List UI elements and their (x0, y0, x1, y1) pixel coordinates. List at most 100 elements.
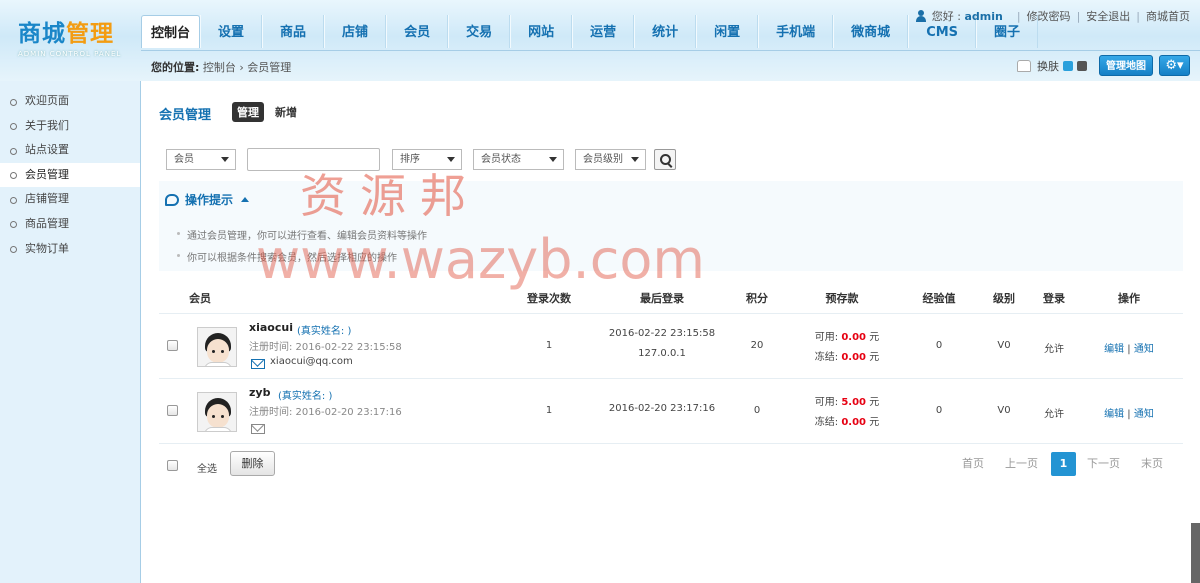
sidebar-item-site-settings[interactable]: 站点设置 (0, 138, 140, 163)
available-amount: 5.00 (841, 397, 867, 408)
notify-link[interactable]: 通知 (1134, 344, 1154, 355)
search-button[interactable] (654, 149, 676, 170)
nav-website[interactable]: 网站 (510, 15, 573, 48)
login-status: 允许 (1044, 409, 1064, 420)
row-checkbox[interactable] (167, 405, 178, 416)
tab-manage[interactable]: 管理 (232, 102, 264, 122)
table-row: xiaocui (真实姓名: ) 注册时间: 2016-02-22 23:15:… (159, 314, 1183, 379)
tip-2: 你可以根据条件搜索会员，然后选择相应的操作 (177, 249, 397, 264)
breadcrumb-label: 您的位置: (151, 61, 200, 74)
admin-map-button[interactable]: 管理地图 (1099, 55, 1153, 76)
breadcrumb-path: 控制台 › 会员管理 (202, 61, 292, 74)
member-field-select[interactable]: 会员 (166, 149, 236, 170)
tab-add[interactable]: 新增 (270, 102, 302, 122)
crumb-bar: 您的位置: 控制台 › 会员管理 换肤 管理地图 ⚙▾ (141, 50, 1200, 81)
frozen-amount: 0.00 (841, 417, 867, 428)
skin-gray-swatch[interactable] (1077, 60, 1087, 71)
avatar (197, 392, 237, 432)
skin-blue-swatch[interactable] (1063, 60, 1073, 71)
logout-link[interactable]: 安全退出 (1086, 8, 1130, 24)
last-login-time: 2016-02-22 23:15:58 (608, 328, 716, 339)
main-content: 会员管理 管理 新增 会员 排序 会员状态 会员级别 操作提示 通过会员管理，你… (142, 81, 1200, 583)
nav-members[interactable]: 会员 (386, 15, 449, 48)
nav-stats[interactable]: 统计 (634, 15, 697, 48)
sidebar-item-about[interactable]: 关于我们 (0, 114, 140, 139)
edit-link[interactable]: 编辑 (1104, 409, 1124, 420)
level-select[interactable]: 会员级别 (575, 149, 646, 170)
logo: 商城管理 ADMIN CONTROL PANEL (18, 14, 128, 58)
nav-idle[interactable]: 闲置 (696, 15, 759, 48)
available-amount: 0.00 (841, 332, 867, 343)
username: admin (964, 9, 1003, 23)
caret-up-icon (241, 197, 250, 202)
frozen-label: 冻结: (814, 417, 839, 428)
notify-link[interactable]: 通知 (1134, 409, 1154, 420)
email-icon (251, 424, 265, 434)
edit-link[interactable]: 编辑 (1104, 344, 1124, 355)
page-next[interactable]: 下一页 (1087, 455, 1120, 471)
nav-trade[interactable]: 交易 (448, 15, 511, 48)
member-email: xiaocui@qq.com (270, 356, 353, 367)
login-status: 允许 (1044, 344, 1064, 355)
last-login-time: 2016-02-20 23:17:16 (608, 403, 716, 414)
frozen-amount: 0.00 (841, 352, 867, 363)
col-points: 积分 (746, 292, 768, 305)
skin-label[interactable]: 换肤 (1037, 58, 1059, 74)
breadcrumb: 您的位置: 控制台 › 会员管理 (151, 59, 291, 75)
sidebar-item-welcome[interactable]: 欢迎页面 (0, 89, 140, 114)
page-prev[interactable]: 上一页 (1005, 455, 1038, 471)
header: 商城管理 ADMIN CONTROL PANEL 控制台 设置 商品 店铺 会员… (0, 0, 1200, 81)
tip-1: 通过会员管理，你可以进行查看、编辑会员资料等操作 (177, 227, 427, 242)
nav-dashboard[interactable]: 控制台 (141, 15, 201, 48)
member-username[interactable]: xiaocui (249, 321, 293, 334)
status-select[interactable]: 会员状态 (473, 149, 564, 170)
select-all-label[interactable]: 全选 (197, 460, 217, 475)
currency-unit: 元 (869, 417, 880, 428)
page-first[interactable]: 首页 (962, 455, 984, 471)
member-username[interactable]: zyb (249, 386, 270, 399)
sidebar-item-orders[interactable]: 实物订单 (0, 237, 140, 262)
row-actions: 编辑 | 通知 (1104, 344, 1154, 355)
col-login: 登录 (1043, 292, 1065, 305)
user-bar: 您好 : admin | 修改密码 | 安全退出 | 商城首页 (915, 8, 1190, 24)
members-table: 会员 登录次数 最后登录 积分 预存款 经验值 级别 登录 操作 xiaocui… (159, 281, 1183, 444)
currency-unit: 元 (869, 352, 880, 363)
table-footer: 全选 删除 首页 上一页 1 下一页 末页 (159, 446, 1183, 486)
currency-unit: 元 (869, 332, 880, 343)
sidebar: 欢迎页面 关于我们 站点设置 会员管理 店铺管理 商品管理 实物订单 (0, 81, 141, 583)
logo-title-a: 商城 (18, 20, 66, 47)
skin-icon[interactable] (1017, 59, 1031, 72)
col-logins: 登录次数 (527, 292, 571, 305)
page-current[interactable]: 1 (1051, 452, 1076, 476)
tips-icon (165, 193, 179, 206)
deposit-available: 可用: 0.00 元 (807, 328, 887, 343)
tips-toggle[interactable]: 操作提示 (165, 191, 250, 208)
deposit-frozen: 冻结: 0.00 元 (807, 348, 887, 363)
user-icon (915, 10, 927, 22)
scrollbar-thumb[interactable] (1191, 523, 1200, 583)
login-count: 1 (545, 405, 553, 416)
member-realname: (真实姓名: ) (297, 326, 352, 337)
nav-stores[interactable]: 店铺 (324, 15, 387, 48)
gear-icon[interactable]: ⚙▾ (1159, 55, 1190, 76)
row-checkbox[interactable] (167, 340, 178, 351)
sidebar-item-goods[interactable]: 商品管理 (0, 212, 140, 237)
change-password-link[interactable]: 修改密码 (1027, 8, 1071, 24)
nav-wechat-mall[interactable]: 微商城 (833, 15, 909, 48)
header-tools: 换肤 管理地图 ⚙▾ (1017, 55, 1190, 76)
search-input[interactable] (247, 148, 380, 171)
nav-operations[interactable]: 运营 (572, 15, 635, 48)
delete-button[interactable]: 删除 (230, 451, 275, 476)
nav-mobile[interactable]: 手机端 (758, 15, 834, 48)
member-reg-time: 注册时间: 2016-02-20 23:17:16 (249, 407, 402, 418)
sidebar-item-stores[interactable]: 店铺管理 (0, 187, 140, 212)
sidebar-item-members[interactable]: 会员管理 (0, 162, 140, 188)
avatar (197, 327, 237, 367)
mall-home-link[interactable]: 商城首页 (1146, 8, 1190, 24)
select-all-checkbox[interactable] (167, 460, 178, 471)
sort-select[interactable]: 排序 (392, 149, 462, 170)
logo-subtitle: ADMIN CONTROL PANEL (18, 50, 122, 58)
page-last[interactable]: 末页 (1141, 455, 1163, 471)
nav-goods[interactable]: 商品 (262, 15, 325, 48)
nav-settings[interactable]: 设置 (200, 15, 263, 48)
